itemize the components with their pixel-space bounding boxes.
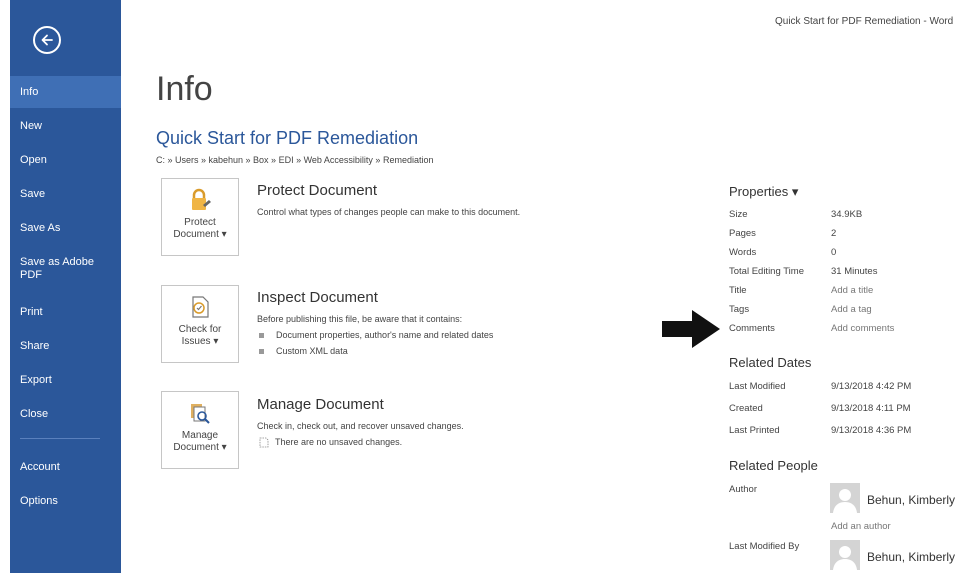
protect-document-button[interactable]: Protect Document ▾ — [161, 178, 239, 256]
related-people-heading: Related People — [729, 458, 818, 473]
window-title: Quick Start for PDF Remediation - Word — [775, 16, 954, 27]
tags-field[interactable]: Add a tag — [831, 304, 872, 315]
avatar — [830, 483, 860, 513]
pointer-arrow-icon — [662, 310, 720, 348]
manage-document-heading: Manage Document — [257, 396, 384, 413]
sidebar-item-export[interactable]: Export — [10, 374, 121, 387]
back-arrow-icon — [41, 34, 53, 46]
size-value: 34.9KB — [831, 209, 863, 220]
protect-document-description: Control what types of changes people can… — [257, 207, 521, 217]
date-label: Last Modified — [729, 381, 786, 392]
bullet-icon — [259, 349, 264, 355]
page-title: Info — [156, 70, 213, 108]
inspect-document-heading: Inspect Document — [257, 289, 378, 306]
sidebar-item-info[interactable]: Info — [10, 76, 121, 108]
list-item: Custom XML data — [259, 346, 348, 356]
sidebar-item-new[interactable]: New — [10, 120, 121, 133]
manage-document-description: Check in, check out, and recover unsaved… — [257, 421, 464, 431]
property-label: Size — [729, 209, 748, 220]
sidebar-item-account[interactable]: Account — [10, 461, 121, 474]
manage-document-button[interactable]: Manage Document ▾ — [161, 391, 239, 469]
bullet-icon — [259, 333, 264, 339]
property-label: Pages — [729, 228, 756, 239]
manage-document-icon — [191, 404, 210, 424]
sidebar-item-print[interactable]: Print — [10, 306, 121, 319]
editing-time-value: 31 Minutes — [831, 266, 878, 277]
created-value: 9/13/2018 4:11 PM — [831, 403, 911, 414]
title-field[interactable]: Add a title — [831, 285, 873, 296]
document-inspect-icon — [192, 296, 209, 318]
inspect-document-description: Before publishing this file, be aware th… — [257, 314, 463, 324]
last-printed-value: 9/13/2018 4:36 PM — [831, 425, 912, 436]
date-label: Created — [729, 403, 763, 414]
words-value: 0 — [831, 247, 837, 258]
check-for-issues-button[interactable]: Check for Issues ▾ — [161, 285, 239, 363]
protect-document-heading: Protect Document — [257, 182, 378, 199]
document-path-breadcrumb[interactable]: C: » Users » kabehun » Box » EDI » Web A… — [156, 155, 433, 165]
property-label: Comments — [729, 323, 775, 334]
add-author-link[interactable]: Add an author — [831, 521, 891, 532]
properties-dropdown[interactable]: Properties ▾ — [729, 184, 798, 200]
comments-field[interactable]: Add comments — [831, 323, 894, 334]
sidebar-item-open[interactable]: Open — [10, 154, 121, 167]
sidebar-item-close[interactable]: Close — [10, 408, 121, 421]
property-label: Words — [729, 247, 757, 258]
backstage-sidebar: Info New Open Save Save As Save as Adobe… — [0, 0, 121, 573]
author-label: Author — [729, 484, 757, 495]
author-name[interactable]: Behun, Kimberly — [867, 493, 955, 507]
window-edge — [0, 0, 10, 573]
pages-value: 2 — [831, 228, 837, 239]
avatar — [830, 540, 860, 570]
property-label: Tags — [729, 304, 750, 315]
person-icon — [833, 489, 857, 513]
list-item: Document properties, author's name and r… — [259, 330, 493, 340]
sidebar-item-save-as[interactable]: Save As — [10, 222, 121, 235]
sidebar-item-options[interactable]: Options — [10, 495, 121, 508]
sidebar-item-save-as-adobe-pdf[interactable]: Save as Adobe PDF — [10, 256, 100, 282]
property-label: Total Editing Time — [729, 266, 804, 277]
related-dates-heading: Related Dates — [729, 355, 812, 370]
property-label: Title — [729, 285, 747, 296]
last-modified-by-name[interactable]: Behun, Kimberly — [867, 550, 955, 564]
sidebar-divider — [20, 438, 100, 439]
sidebar-item-save[interactable]: Save — [10, 188, 121, 201]
last-modified-value: 9/13/2018 4:42 PM — [831, 381, 912, 392]
date-label: Last Printed — [729, 425, 780, 436]
document-title: Quick Start for PDF Remediation — [156, 128, 419, 148]
unsaved-changes-note: There are no unsaved changes. — [259, 437, 402, 448]
back-button[interactable] — [33, 26, 61, 54]
last-modified-by-label: Last Modified By — [729, 541, 800, 552]
sidebar-item-share[interactable]: Share — [10, 340, 121, 353]
document-icon — [259, 437, 269, 448]
lock-icon — [192, 188, 211, 210]
person-icon — [833, 546, 857, 570]
